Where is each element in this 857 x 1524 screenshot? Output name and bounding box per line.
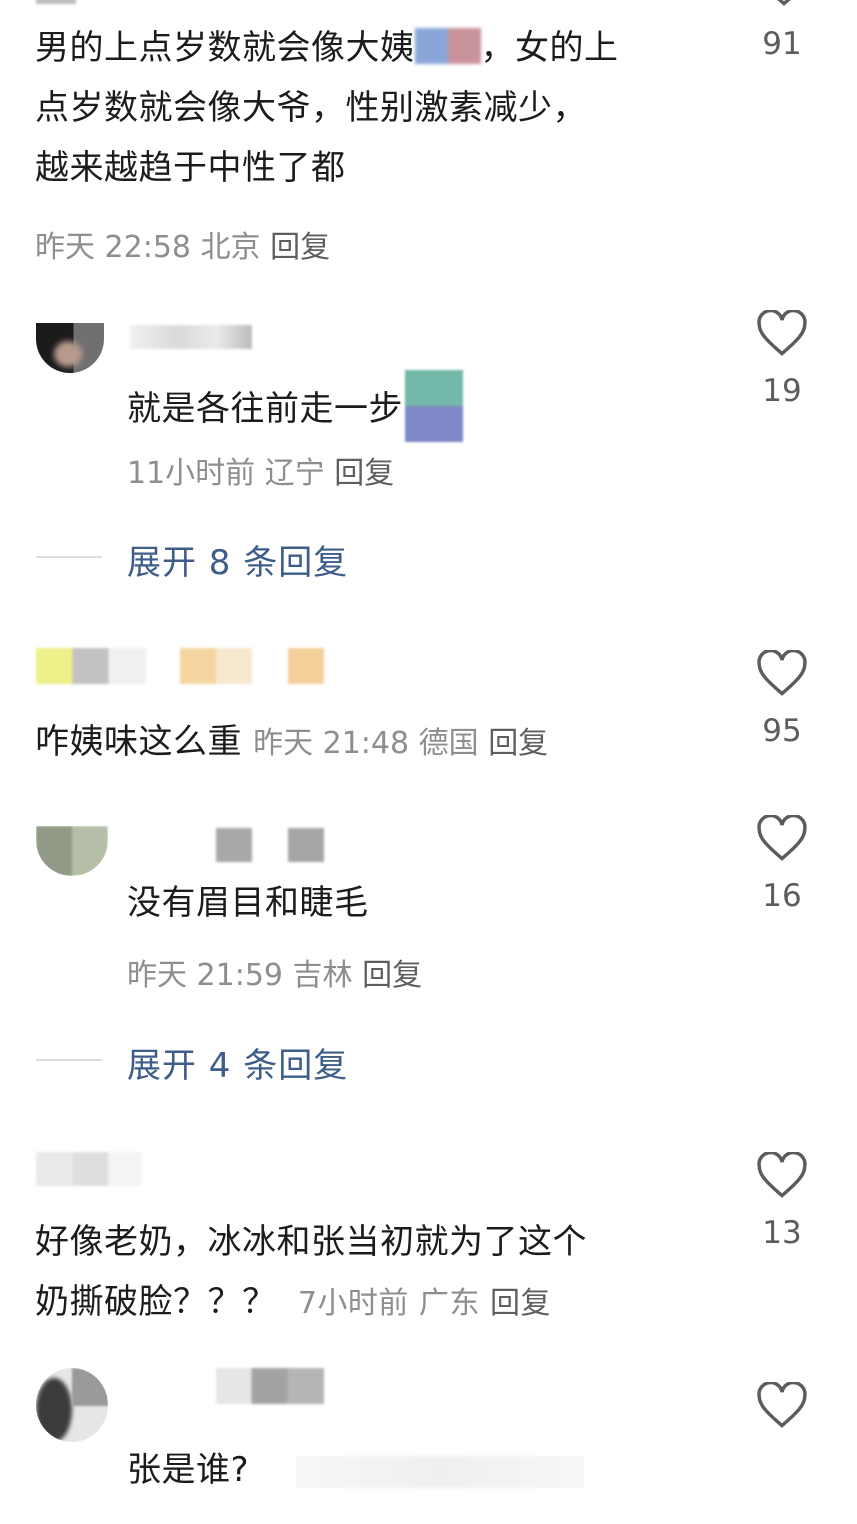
- heart-outline-icon: [757, 308, 807, 356]
- avatar[interactable]: [36, 323, 104, 373]
- expand-replies-button[interactable]: 展开 4 条回复: [127, 1038, 348, 1087]
- avatar[interactable]: [36, 826, 108, 876]
- heart-outline-icon: [757, 813, 807, 861]
- username-redacted: [180, 648, 252, 684]
- reply-button[interactable]: 回复: [488, 726, 548, 761]
- comment-time: 11小时前: [127, 456, 256, 491]
- emoji-placeholder: [414, 28, 481, 64]
- username-redacted: [288, 648, 324, 684]
- username-redacted: [130, 325, 252, 349]
- like-button[interactable]: [756, 1150, 808, 1202]
- comment-text-line-2: 点岁数就会像大爷，性别激素减少，: [35, 88, 587, 128]
- expand-divider: [36, 556, 102, 558]
- comment-time: 7小时前: [297, 1286, 409, 1321]
- comment-text-line-1b: ，女的上: [480, 28, 619, 68]
- like-button[interactable]: [756, 813, 808, 865]
- expand-replies-button[interactable]: 展开 8 条回复: [127, 535, 348, 584]
- like-count: 13: [762, 1215, 802, 1251]
- expand-divider: [36, 1059, 102, 1061]
- reply-button[interactable]: 回复: [490, 1286, 551, 1321]
- comment-location: 吉林: [292, 958, 353, 993]
- comment-location: 辽宁: [264, 456, 325, 491]
- comment-time: 昨天 22:58: [35, 230, 191, 265]
- comment-location: 北京: [200, 230, 261, 265]
- comment-text: 就是各往前走一步: [127, 389, 403, 429]
- like-count: 95: [762, 713, 802, 749]
- comment-text: 咋姨味这么重: [35, 722, 242, 762]
- reply-button[interactable]: 回复: [334, 456, 394, 491]
- like-count: 91: [762, 26, 802, 62]
- reply-button[interactable]: 回复: [362, 958, 422, 993]
- comment-text-line-1a: 男的上点岁数就会像大姨: [35, 28, 415, 68]
- reply-mention-redacted: [296, 1456, 584, 1488]
- reply-button[interactable]: 回复: [270, 230, 330, 265]
- username-redacted: [288, 828, 324, 862]
- username-redacted: [216, 828, 252, 862]
- emoji-placeholder: [405, 370, 463, 442]
- comment-location: 德国: [418, 726, 479, 761]
- comment-text-line-1: 好像老奶，冰冰和张当初就为了这个: [35, 1222, 587, 1262]
- comment-time: 昨天 21:59: [127, 958, 283, 993]
- like-button[interactable]: [756, 648, 808, 700]
- like-button[interactable]: [756, 1380, 808, 1432]
- comment-time: 昨天 21:48: [253, 726, 410, 761]
- like-count: 19: [762, 373, 802, 409]
- username-redacted: [36, 648, 146, 684]
- heart-outline-icon: [757, 1150, 807, 1198]
- avatar[interactable]: [36, 1368, 108, 1442]
- heart-icon[interactable]: [758, 0, 810, 6]
- like-button[interactable]: [756, 308, 808, 360]
- heart-outline-icon: [757, 648, 807, 696]
- comment-text: 没有眉目和睫毛: [127, 883, 369, 923]
- comment-text-line-3: 越来越趋于中性了都: [35, 148, 346, 188]
- username-redacted: [36, 1152, 142, 1186]
- username-redacted: [216, 1368, 324, 1404]
- comment-location: 广东: [418, 1286, 480, 1321]
- comment-text-line-2: 奶撕破脸？？？: [35, 1282, 277, 1322]
- comment-text: 张是谁?: [127, 1450, 250, 1490]
- like-count: 16: [762, 878, 802, 914]
- heart-outline-icon: [757, 1380, 807, 1428]
